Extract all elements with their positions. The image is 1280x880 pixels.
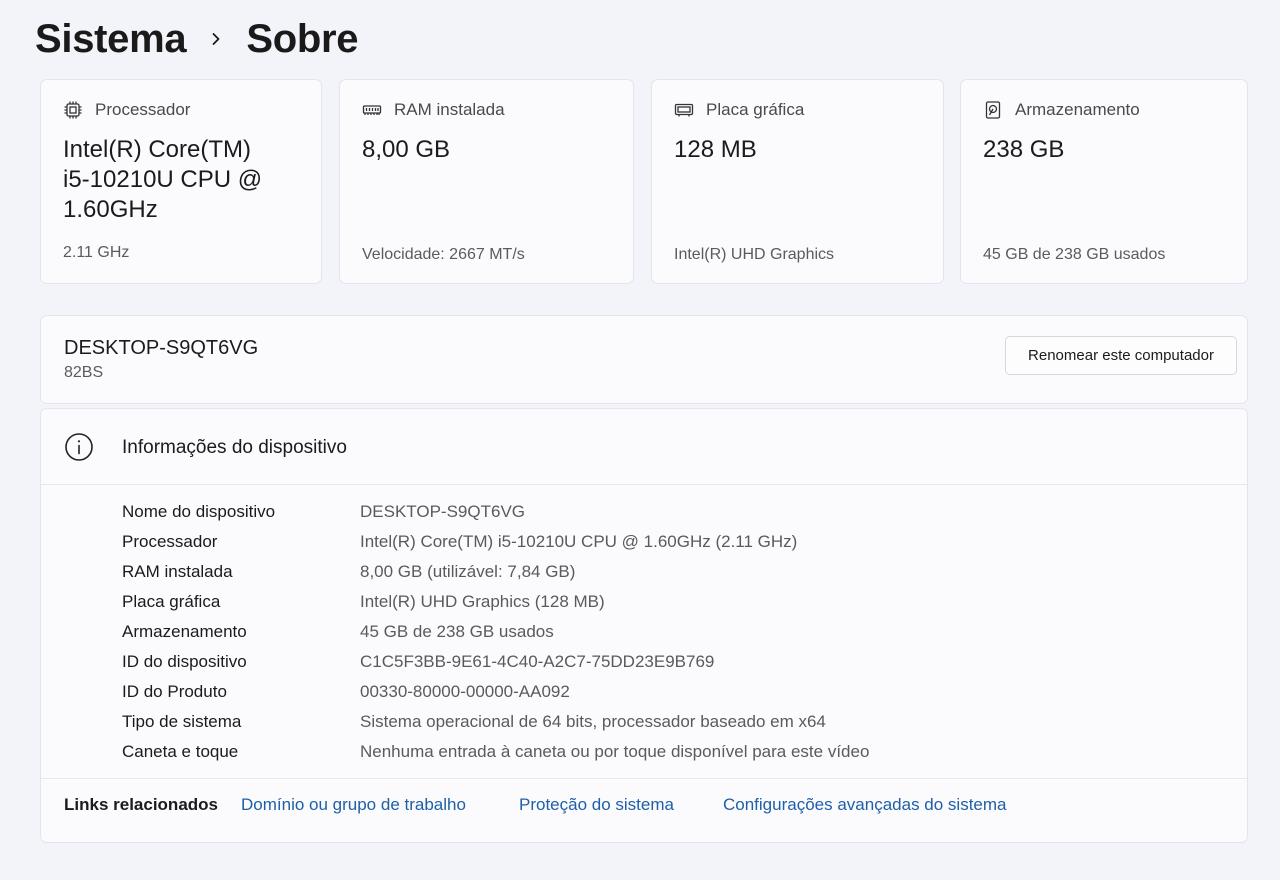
card-label: Armazenamento: [1015, 100, 1140, 119]
table-row: Armazenamento 45 GB de 238 GB usados: [122, 617, 869, 647]
row-label: Armazenamento: [122, 622, 247, 641]
row-value: 00330-80000-00000-AA092: [360, 682, 570, 701]
storage-drive-icon: [983, 100, 1003, 120]
ram-speed: Velocidade: 2667 MT/s: [362, 246, 525, 263]
related-links-label: Links relacionados: [64, 795, 218, 814]
table-row: Processador Intel(R) Core(TM) i5-10210U …: [122, 527, 869, 557]
graphics-card: Placa gráfica 128 MB Intel(R) UHD Graphi…: [651, 79, 944, 284]
card-label: Processador: [95, 100, 191, 119]
row-value: Sistema operacional de 64 bits, processa…: [360, 712, 826, 731]
row-value: 45 GB de 238 GB usados: [360, 622, 554, 641]
row-label: Tipo de sistema: [122, 712, 242, 731]
table-row: ID do dispositivo C1C5F3BB-9E61-4C40-A2C…: [122, 647, 869, 677]
storage-card: Armazenamento 238 GB 45 GB de 238 GB usa…: [960, 79, 1248, 284]
table-row: RAM instalada 8,00 GB (utilizável: 7,84 …: [122, 557, 869, 587]
settings-about-page: Sistema Sobre Processador Intel(R) Core(…: [0, 0, 1280, 880]
ram-module-icon: [362, 100, 382, 120]
chevron-right-icon: [186, 32, 246, 46]
computer-name-panel: DESKTOP-S9QT6VG 82BS Renomear este compu…: [40, 315, 1248, 404]
rename-computer-button[interactable]: Renomear este computador: [1005, 336, 1237, 375]
processor-speed: 2.11 GHz: [63, 244, 130, 261]
storage-usage: 45 GB de 238 GB usados: [983, 246, 1166, 263]
domain-workgroup-link[interactable]: Domínio ou grupo de trabalho: [241, 795, 466, 815]
storage-value: 238 GB: [983, 136, 1065, 163]
device-info-title: Informações do dispositivo: [122, 437, 347, 458]
row-value: Nenhuma entrada à caneta ou por toque di…: [360, 742, 870, 761]
table-row: Placa gráfica Intel(R) UHD Graphics (128…: [122, 587, 869, 617]
advanced-system-settings-link[interactable]: Configurações avançadas do sistema: [723, 795, 1007, 815]
page-title: Sobre: [246, 16, 359, 61]
card-label: Placa gráfica: [706, 100, 805, 119]
graphics-value: 128 MB: [674, 136, 757, 163]
breadcrumb: Sistema Sobre: [35, 14, 359, 64]
device-info-list: Nome do dispositivo DESKTOP-S9QT6VG Proc…: [122, 497, 869, 767]
row-label: Placa gráfica: [122, 592, 221, 611]
device-info-panel: Informações do dispositivo Nome do dispo…: [40, 408, 1248, 843]
info-icon: [64, 432, 94, 462]
processor-card: Processador Intel(R) Core(TM) i5-10210U …: [40, 79, 322, 284]
row-value: DESKTOP-S9QT6VG: [360, 502, 526, 521]
row-label: Nome do dispositivo: [122, 502, 276, 521]
row-value: Intel(R) UHD Graphics (128 MB): [360, 592, 605, 611]
row-value: Intel(R) Core(TM) i5-10210U CPU @ 1.60GH…: [360, 532, 798, 551]
card-label: RAM instalada: [394, 100, 505, 119]
ram-value: 8,00 GB: [362, 136, 451, 163]
system-protection-link[interactable]: Proteção do sistema: [519, 795, 674, 815]
row-label: RAM instalada: [122, 562, 233, 581]
row-label: Caneta e toque: [122, 742, 239, 761]
row-value: C1C5F3BB-9E61-4C40-A2C7-75DD23E9B769: [360, 652, 715, 671]
processor-chip-icon: [63, 100, 83, 120]
table-row: Tipo de sistema Sistema operacional de 6…: [122, 707, 869, 737]
row-label: ID do Produto: [122, 682, 227, 701]
table-row: Nome do dispositivo DESKTOP-S9QT6VG: [122, 497, 869, 527]
computer-model: 82BS: [64, 364, 104, 381]
breadcrumb-parent[interactable]: Sistema: [35, 17, 187, 62]
ram-card: RAM instalada 8,00 GB Velocidade: 2667 M…: [339, 79, 634, 284]
related-links-bar: Links relacionados Domínio ou grupo de t…: [41, 778, 1247, 842]
graphics-name: Intel(R) UHD Graphics: [674, 246, 835, 263]
row-label: Processador: [122, 532, 218, 551]
table-row: ID do Produto 00330-80000-00000-AA092: [122, 677, 869, 707]
row-label: ID do dispositivo: [122, 652, 247, 671]
computer-name: DESKTOP-S9QT6VG: [64, 337, 259, 359]
graphics-card-icon: [674, 100, 694, 120]
processor-value: Intel(R) Core(TM) i5-10210U CPU @ 1.60GH…: [63, 136, 263, 223]
device-info-header[interactable]: Informações do dispositivo: [41, 409, 1247, 485]
table-row: Caneta e toque Nenhuma entrada à caneta …: [122, 737, 869, 767]
row-value: 8,00 GB (utilizável: 7,84 GB): [360, 562, 576, 581]
